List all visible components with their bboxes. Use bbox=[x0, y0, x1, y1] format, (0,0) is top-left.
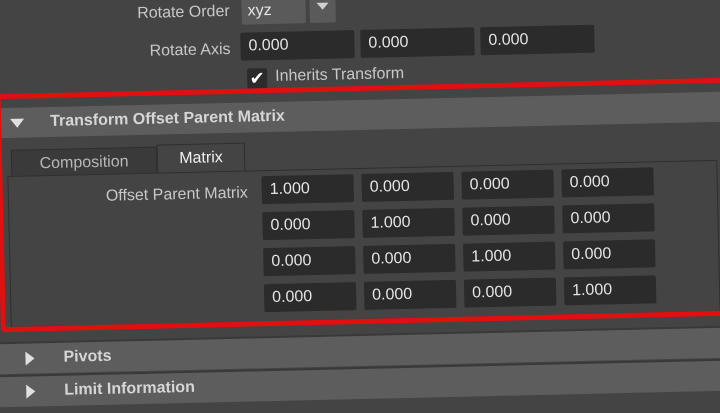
matrix-cell-r4c3[interactable]: 0.000 bbox=[463, 277, 557, 308]
rotate-axis-z-field[interactable]: 0.000 bbox=[480, 24, 595, 56]
rotate-order-label: Rotate Order bbox=[137, 2, 230, 23]
rotate-order-dropdown[interactable]: xyz bbox=[241, 0, 306, 25]
chevron-down-icon[interactable] bbox=[309, 0, 336, 24]
matrix-cell-r4c2[interactable]: 0.000 bbox=[363, 279, 457, 310]
matrix-cell-r1c4[interactable]: 0.000 bbox=[561, 167, 654, 198]
matrix-cell-r2c2[interactable]: 1.000 bbox=[362, 207, 455, 238]
rotate-axis-x-field[interactable]: 0.000 bbox=[240, 30, 355, 61]
matrix-cell-r3c2[interactable]: 0.000 bbox=[363, 243, 456, 274]
matrix-cell-r3c3[interactable]: 1.000 bbox=[463, 241, 556, 272]
expand-down-icon bbox=[10, 118, 25, 128]
tab-matrix[interactable]: Matrix bbox=[156, 142, 246, 175]
section-title: Limit Information bbox=[64, 378, 196, 399]
matrix-cell-r1c2[interactable]: 0.000 bbox=[361, 171, 455, 202]
matrix-cell-r2c3[interactable]: 0.000 bbox=[462, 205, 555, 236]
section-title: Transform Offset Parent Matrix bbox=[49, 107, 286, 131]
section-title: Pivots bbox=[63, 347, 112, 366]
matrix-cell-r3c4[interactable]: 0.000 bbox=[562, 239, 656, 270]
matrix-cell-r2c1[interactable]: 0.000 bbox=[262, 210, 355, 241]
section-header-transform-offset-parent-matrix[interactable]: Transform Offset Parent Matrix bbox=[0, 91, 720, 139]
inherits-transform-label: Inherits Transform bbox=[274, 64, 405, 85]
collapsed-arrow-icon bbox=[26, 384, 36, 399]
matrix-cell-r4c4[interactable]: 1.000 bbox=[563, 275, 657, 306]
matrix-cell-r1c1[interactable]: 1.000 bbox=[261, 174, 355, 205]
matrix-cell-r4c1[interactable]: 0.000 bbox=[263, 282, 357, 313]
matrix-cell-r2c4[interactable]: 0.000 bbox=[562, 203, 655, 234]
matrix-cell-r3c1[interactable]: 0.000 bbox=[263, 246, 356, 277]
inherits-transform-checkbox[interactable]: ✔ bbox=[246, 68, 268, 89]
rotate-axis-y-field[interactable]: 0.000 bbox=[360, 27, 475, 58]
collapsed-arrow-icon bbox=[25, 351, 35, 366]
rotate-axis-label: Rotate Axis bbox=[149, 40, 231, 60]
matrix-cell-r1c3[interactable]: 0.000 bbox=[461, 169, 554, 200]
